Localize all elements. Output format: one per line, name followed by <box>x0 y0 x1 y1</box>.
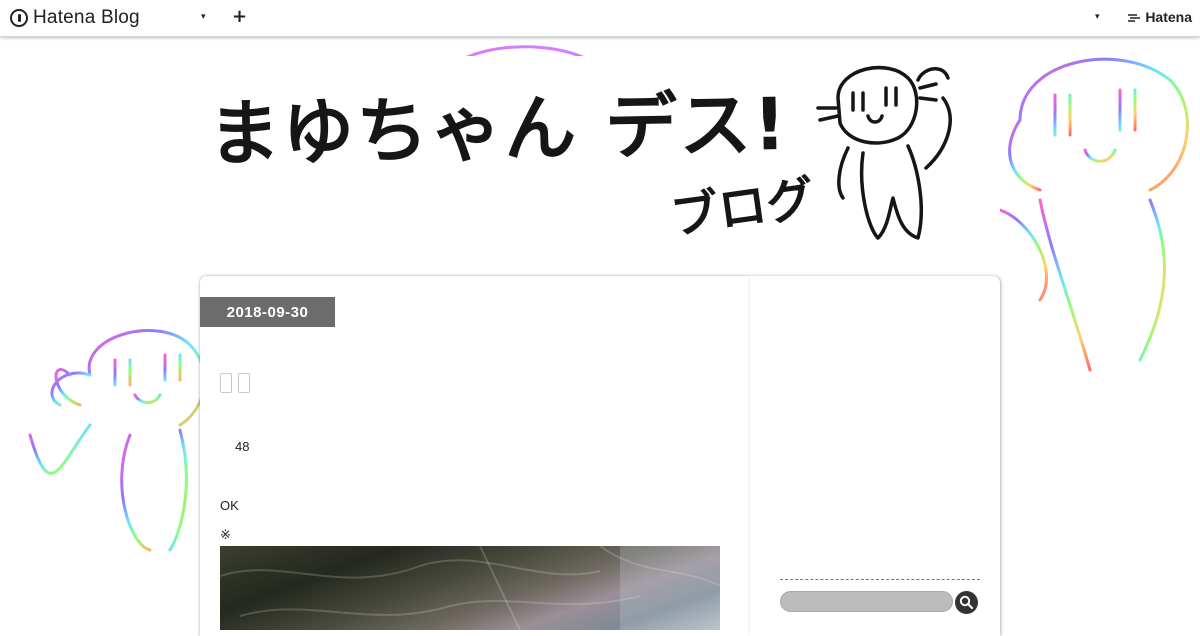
sidebar-search-button[interactable] <box>955 591 978 614</box>
search-icon <box>959 595 974 610</box>
sidebar-divider <box>780 579 980 580</box>
blog-menu-caret-down-icon[interactable]: ▾ <box>201 12 206 22</box>
hatena-brand-text: Hatena <box>1145 9 1192 25</box>
blog-header: まゆちゃん デス! ブログ <box>200 56 1000 256</box>
entry-title-glyph <box>220 373 232 393</box>
top-navigation-bar: Hatena Blog ▾ + ▾ Hatena <box>0 0 1200 37</box>
logo-text: Hatena Blog <box>33 7 140 28</box>
entry-body-text: 48 <box>235 439 250 454</box>
blog-subtitle: ブログ <box>667 170 818 246</box>
user-menu-caret-down-icon[interactable]: ▾ <box>1095 12 1100 22</box>
sidebar-search-input[interactable] <box>780 591 953 612</box>
hatena-brand-link[interactable]: Hatena <box>1127 9 1192 25</box>
add-post-plus-icon[interactable]: + <box>232 6 247 27</box>
entry-photo <box>220 546 720 630</box>
entry-photo-texture <box>220 546 720 630</box>
hatena-blog-logo-icon <box>10 9 28 27</box>
blog-title[interactable]: まゆちゃん デス! <box>207 65 789 180</box>
entry-date-badge[interactable]: 2018-09-30 <box>200 297 335 327</box>
background-doodle-right <box>1000 57 1189 372</box>
hatena-mark-icon <box>1128 14 1141 22</box>
sidebar-panel <box>750 276 1000 636</box>
hatena-blog-logo[interactable]: Hatena Blog <box>10 6 140 30</box>
cat-character-illustration <box>816 65 952 240</box>
entry-body-text: ※ <box>220 527 231 542</box>
entry-body-text: OK <box>220 498 239 513</box>
entry-title-glyph <box>238 373 250 393</box>
